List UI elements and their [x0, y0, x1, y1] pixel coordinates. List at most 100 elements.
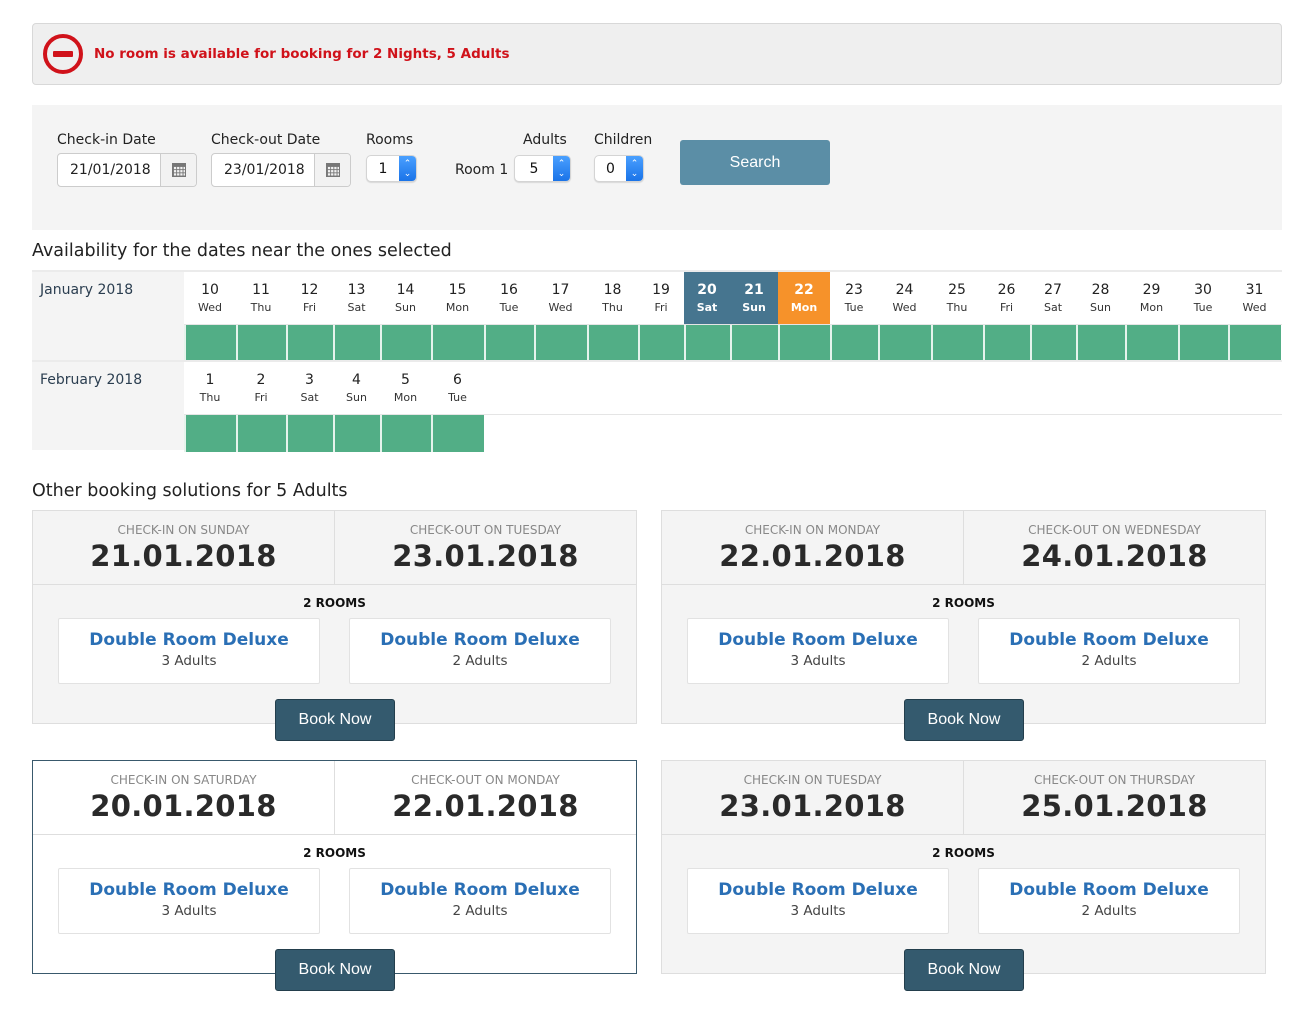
day-header[interactable]: 30 Tue — [1178, 272, 1228, 324]
day-number: 2 — [256, 372, 266, 388]
availability-cell[interactable] — [333, 414, 380, 452]
day-header[interactable]: 11 Thu — [236, 272, 286, 324]
availability-cell[interactable] — [931, 324, 983, 362]
day-header[interactable]: 16 Tue — [484, 272, 534, 324]
day-header[interactable]: 26 Fri — [983, 272, 1030, 324]
availability-cell[interactable] — [236, 324, 286, 362]
day-header[interactable]: 23 Tue — [830, 272, 878, 324]
day-header[interactable]: 22 Mon — [778, 272, 830, 324]
room-card[interactable]: Double Room Deluxe 3 Adults — [58, 868, 320, 934]
day-header[interactable]: 19 Fri — [638, 272, 684, 324]
room-name-link[interactable]: Double Room Deluxe — [59, 880, 319, 900]
checkout-caption: CHECK-OUT ON TUESDAY — [409, 523, 562, 537]
room-card[interactable]: Double Room Deluxe 2 Adults — [349, 868, 611, 934]
book-now-button[interactable]: Book Now — [904, 699, 1024, 741]
availability-cell[interactable] — [286, 414, 333, 452]
book-now-button[interactable]: Book Now — [275, 949, 395, 991]
day-list: 1 Thu 2 Fri 3 Sat 4 Sun 5 Mon 6 Tue — [184, 362, 1282, 452]
rooms-select[interactable]: 1 ⌃ ⌄ — [366, 155, 417, 182]
day-header[interactable]: 25 Thu — [931, 272, 983, 324]
availability-cell[interactable] — [1178, 324, 1228, 362]
room-card[interactable]: Double Room Deluxe 3 Adults — [687, 868, 949, 934]
day-header[interactable]: 1 Thu — [184, 362, 236, 414]
day-header[interactable]: 27 Sat — [1030, 272, 1076, 324]
room-name-link[interactable]: Double Room Deluxe — [59, 630, 319, 650]
availability-cell[interactable] — [638, 324, 684, 362]
availability-cell[interactable] — [1125, 324, 1178, 362]
room-name-link[interactable]: Double Room Deluxe — [350, 630, 610, 650]
availability-cell[interactable] — [236, 414, 286, 452]
checkin-date-input[interactable] — [58, 154, 160, 186]
availability-cell[interactable] — [778, 324, 830, 362]
availability-cell[interactable] — [830, 324, 878, 362]
room-card[interactable]: Double Room Deluxe 2 Adults — [978, 618, 1240, 684]
availability-cell[interactable] — [184, 324, 236, 362]
day-header[interactable]: 4 Sun — [333, 362, 380, 414]
availability-cell[interactable] — [878, 324, 931, 362]
availability-cell[interactable] — [286, 324, 333, 362]
day-of-week: Mon — [445, 301, 470, 314]
checkout-column: CHECK-OUT ON MONDAY 22.01.2018 — [334, 761, 636, 834]
day-header[interactable]: 2 Fri — [236, 362, 286, 414]
availability-cell[interactable] — [1228, 324, 1281, 362]
checkin-date-field[interactable] — [57, 153, 197, 187]
up-down-chevron-icon[interactable]: ⌃ ⌄ — [553, 156, 570, 181]
room-name-link[interactable]: Double Room Deluxe — [688, 880, 948, 900]
room-card[interactable]: Double Room Deluxe 3 Adults — [58, 618, 320, 684]
day-number: 17 — [551, 282, 570, 298]
availability-cell[interactable] — [380, 414, 431, 452]
day-header[interactable]: 31 Wed — [1228, 272, 1281, 324]
day-header[interactable]: 21 Sun — [730, 272, 778, 324]
checkout-date-field[interactable] — [211, 153, 351, 187]
solutions-title: Other booking solutions for 5 Adults — [32, 481, 348, 501]
day-header[interactable]: 3 Sat — [286, 362, 333, 414]
book-now-button[interactable]: Book Now — [904, 949, 1024, 991]
availability-cell[interactable] — [1076, 324, 1125, 362]
book-now-button[interactable]: Book Now — [275, 699, 395, 741]
availability-cell[interactable] — [587, 324, 638, 362]
day-header[interactable]: 6 Tue — [431, 362, 484, 414]
checkout-date-input[interactable] — [212, 154, 314, 186]
up-down-chevron-icon[interactable]: ⌃ ⌄ — [626, 156, 643, 181]
availability-cell[interactable] — [380, 324, 431, 362]
day-header[interactable]: 15 Mon — [431, 272, 484, 324]
availability-cell[interactable] — [333, 324, 380, 362]
room-card[interactable]: Double Room Deluxe 3 Adults — [687, 618, 949, 684]
availability-cell[interactable] — [184, 414, 236, 452]
availability-cell[interactable] — [534, 324, 587, 362]
checkout-column: CHECK-OUT ON WEDNESDAY 24.01.2018 — [963, 511, 1265, 584]
checkin-calendar-button[interactable] — [160, 154, 196, 186]
day-header[interactable]: 10 Wed — [184, 272, 236, 324]
children-select[interactable]: 0 ⌃ ⌄ — [594, 155, 644, 182]
room-name-link[interactable]: Double Room Deluxe — [979, 880, 1239, 900]
room-name-link[interactable]: Double Room Deluxe — [350, 880, 610, 900]
day-header[interactable]: 20 Sat — [684, 272, 730, 324]
day-header[interactable]: 29 Mon — [1125, 272, 1178, 324]
room-card[interactable]: Double Room Deluxe 2 Adults — [349, 618, 611, 684]
month-label: February 2018 — [32, 362, 184, 450]
room-name-link[interactable]: Double Room Deluxe — [688, 630, 948, 650]
availability-cell[interactable] — [1030, 324, 1076, 362]
day-header[interactable]: 5 Mon — [380, 362, 431, 414]
day-header[interactable]: 18 Thu — [587, 272, 638, 324]
search-button[interactable]: Search — [680, 140, 830, 185]
availability-cell[interactable] — [684, 324, 730, 362]
availability-cell[interactable] — [431, 324, 484, 362]
availability-cell[interactable] — [730, 324, 778, 362]
up-down-chevron-icon[interactable]: ⌃ ⌄ — [399, 156, 416, 181]
day-header[interactable]: 28 Sun — [1076, 272, 1125, 324]
day-header[interactable]: 12 Fri — [286, 272, 333, 324]
availability-calendar: January 2018 10 Wed 11 Thu 12 Fri 13 Sat 14 Sun 15 M… — [32, 270, 1282, 452]
day-header[interactable]: 17 Wed — [534, 272, 587, 324]
adults-select[interactable]: 5 ⌃ ⌄ — [514, 155, 571, 182]
availability-cell[interactable] — [431, 414, 484, 452]
room-name-link[interactable]: Double Room Deluxe — [979, 630, 1239, 650]
day-header[interactable]: 24 Wed — [878, 272, 931, 324]
checkout-calendar-button[interactable] — [314, 154, 350, 186]
room-adults: 2 Adults — [452, 653, 508, 669]
availability-cell[interactable] — [983, 324, 1030, 362]
availability-cell[interactable] — [484, 324, 534, 362]
room-card[interactable]: Double Room Deluxe 2 Adults — [978, 868, 1240, 934]
day-header[interactable]: 13 Sat — [333, 272, 380, 324]
day-header[interactable]: 14 Sun — [380, 272, 431, 324]
